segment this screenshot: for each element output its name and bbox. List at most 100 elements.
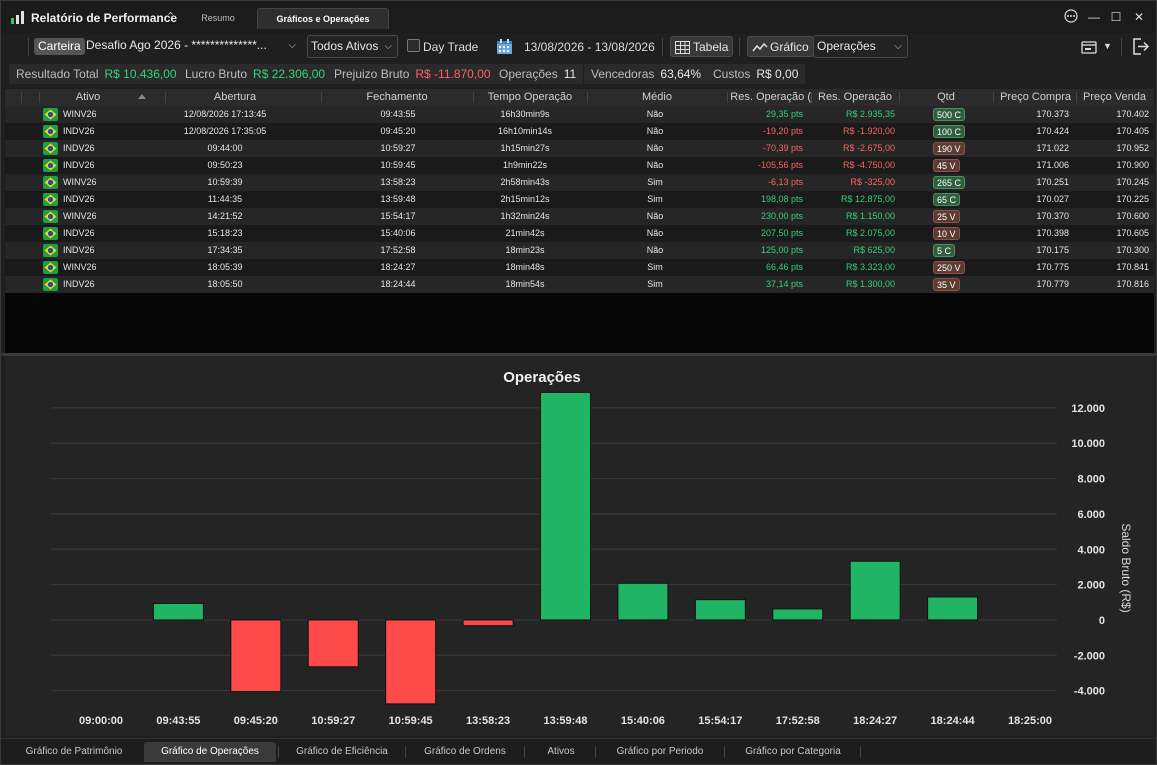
table-row[interactable]: INDV26 18:05:50 18:24:44 18min54s Sim 37,14 p…: [5, 276, 1154, 293]
chart-bar[interactable]: [152, 602, 204, 621]
table-row[interactable]: WINV26 18:05:39 18:24:27 18min48s Sim 66,46 p…: [5, 259, 1154, 276]
cell-res-brl: R$ -1.920,00: [842, 126, 895, 136]
cell-preco-venda: 170.405: [1116, 126, 1149, 136]
column-res-pts[interactable]: Res. Operação (: [727, 89, 811, 106]
table-row[interactable]: INDV26 15:18:23 15:40:06 21min42s Não 207,50 …: [5, 225, 1154, 242]
column-ativo[interactable]: Ativo: [39, 89, 137, 106]
brazil-flag-icon: [43, 210, 58, 223]
export-icon[interactable]: [1081, 40, 1097, 54]
chart-bar[interactable]: [617, 582, 669, 621]
day-trade-checkbox[interactable]: [407, 39, 420, 52]
stat-value: R$ -11.870,00: [415, 67, 491, 81]
cell-medio: Sim: [647, 262, 663, 272]
tab-grafico-periodo[interactable]: Gráfico por Periodo: [597, 742, 723, 762]
cell-fechamento: 18:24:27: [380, 262, 416, 272]
report-window: Relatório de Performance ⌃ Resumo Gráfic…: [0, 0, 1157, 765]
tab-grafico-operacoes[interactable]: Gráfico de Operações: [144, 742, 276, 762]
chart-type-select[interactable]: Operações ⌵: [813, 35, 908, 58]
table-header: Ativo Abertura Fechamento Tempo Operação…: [5, 89, 1154, 106]
chart-bar[interactable]: [385, 619, 437, 705]
cell-preco-compra: 170.398: [1036, 228, 1069, 238]
cell-qtd: 45 V: [899, 157, 993, 174]
table-row[interactable]: WINV26 12/08/2026 17:13:45 09:43:55 16h30mi…: [5, 106, 1154, 123]
tab-resumo[interactable]: Resumo: [185, 8, 251, 29]
chart-bar[interactable]: [927, 596, 979, 621]
table-row[interactable]: INDV26 17:34:35 17:52:58 18min23s Não 125,00 …: [5, 242, 1154, 259]
brazil-flag-icon: [43, 278, 58, 291]
column-fechamento[interactable]: Fechamento: [321, 89, 473, 106]
table-row[interactable]: INDV26 09:44:00 10:59:27 1h15min27s Não -70,3…: [5, 140, 1154, 157]
table-view-button[interactable]: Tabela: [670, 36, 734, 57]
minimize-icon[interactable]: —: [1086, 9, 1102, 25]
cell-res-brl: R$ 1.300,00: [845, 279, 895, 289]
cell-preco-venda: 170.605: [1116, 228, 1149, 238]
column-res-brl[interactable]: Res. Operação: [811, 89, 899, 106]
date-range[interactable]: 13/08/2026 - 13/08/2026: [524, 40, 655, 54]
chart-bar[interactable]: [849, 560, 901, 621]
cell-res-pts: -70,39 pts: [762, 143, 803, 153]
cell-res-pts: 29,35 pts: [765, 109, 803, 119]
column-tempo[interactable]: Tempo Operação: [473, 89, 587, 106]
cell-preco-compra: 170.251: [1036, 177, 1069, 187]
brazil-flag-icon: [43, 142, 58, 155]
tab-ativos[interactable]: Ativos: [526, 742, 596, 762]
tab-grafico-ordens[interactable]: Gráfico de Ordens: [407, 742, 523, 762]
cell-medio: Não: [646, 126, 664, 136]
column-medio[interactable]: Médio: [587, 89, 727, 106]
table-row[interactable]: INDV26 12/08/2026 17:35:05 09:45:20 16h10mi…: [5, 123, 1154, 140]
column-qtd[interactable]: Qtd: [899, 89, 993, 106]
cell-qtd: 25 V: [899, 208, 993, 225]
tab-graficos-operacoes[interactable]: Gráficos e Operações: [257, 8, 389, 29]
stat-value: R$ 0,00: [756, 67, 799, 81]
column-preco-compra[interactable]: Preço Compra: [993, 89, 1071, 106]
cell-fechamento: 15:40:06: [380, 228, 416, 238]
table-row[interactable]: WINV26 14:21:52 15:54:17 1h32min24s Não 230,0…: [5, 208, 1154, 225]
chart-bar[interactable]: [772, 608, 824, 621]
x-tick-label: 10:59:45: [389, 715, 433, 727]
caret-down-icon[interactable]: ▼: [1103, 41, 1112, 51]
chart-bar[interactable]: [230, 619, 282, 693]
chart-bar[interactable]: [462, 619, 514, 627]
logout-icon[interactable]: [1132, 38, 1150, 55]
chart-bar[interactable]: [540, 391, 591, 621]
cell-abertura: 12/08/2026 17:13:45: [183, 109, 267, 119]
more-icon[interactable]: [1063, 9, 1079, 25]
stat-label: Vencedoras: [591, 67, 655, 81]
column-abertura[interactable]: Abertura: [165, 89, 305, 106]
maximize-icon[interactable]: ☐: [1108, 9, 1124, 25]
cell-tempo: 2h58min43s: [500, 177, 550, 187]
stat-value: 11: [563, 67, 577, 81]
bottom-tab-bar: Gráfico de Patrimônio Gráfico de Operaçõ…: [1, 738, 1156, 764]
chart-view-button[interactable]: Gráfico: [747, 36, 814, 57]
asset-filter-select[interactable]: Todos Ativos ⌵: [307, 35, 398, 58]
sort-asc-icon[interactable]: [138, 94, 146, 99]
x-tick-label: 15:40:06: [621, 715, 665, 727]
chart-bar[interactable]: [307, 619, 359, 668]
portfolio-select[interactable]: Desafio Ago 2026 - **************... ⌵: [83, 35, 301, 58]
tab-grafico-patrimonio[interactable]: Gráfico de Patrimônio: [7, 742, 141, 762]
chart-title: Operações: [503, 369, 581, 386]
y-tick-label: 12.000: [1071, 403, 1105, 415]
chart-bar[interactable]: [694, 599, 746, 621]
cell-abertura: 09:44:00: [207, 143, 243, 153]
cell-ativo: WINV26: [63, 211, 97, 221]
cell-qtd: 100 C: [899, 123, 993, 140]
cell-medio: Não: [646, 245, 664, 255]
table-row[interactable]: INDV26 09:50:23 10:59:45 1h9min22s Não -105,5…: [5, 157, 1154, 174]
calendar-icon[interactable]: [496, 38, 513, 55]
table-row[interactable]: INDV26 11:44:35 13:59:48 2h15min12s Sim 198,0…: [5, 191, 1154, 208]
cell-abertura: 18:05:39: [207, 262, 243, 272]
cell-medio: Não: [646, 109, 664, 119]
chart-svg: Operações Saldo Bruto (R$) -4.000 -2.000 0…: [51, 369, 1133, 727]
column-preco-venda[interactable]: Preço Venda: [1076, 89, 1146, 106]
app-logo-icon: [11, 11, 24, 24]
table-row[interactable]: WINV26 10:59:39 13:58:23 2h58min43s Sim -6,13…: [5, 174, 1154, 191]
stat-vencedoras: Vencedoras 63,64%: [584, 64, 709, 84]
brazil-flag-icon: [43, 176, 58, 189]
x-tick-label: 13:59:48: [543, 715, 587, 727]
tab-grafico-categoria[interactable]: Gráfico por Categoria: [726, 742, 860, 762]
cell-res-brl: R$ -325,00: [850, 177, 895, 187]
tab-grafico-eficiencia[interactable]: Gráfico de Eficiência: [280, 742, 404, 762]
chevron-up-icon[interactable]: ⌃: [166, 10, 175, 23]
close-icon[interactable]: ✕: [1131, 9, 1147, 25]
